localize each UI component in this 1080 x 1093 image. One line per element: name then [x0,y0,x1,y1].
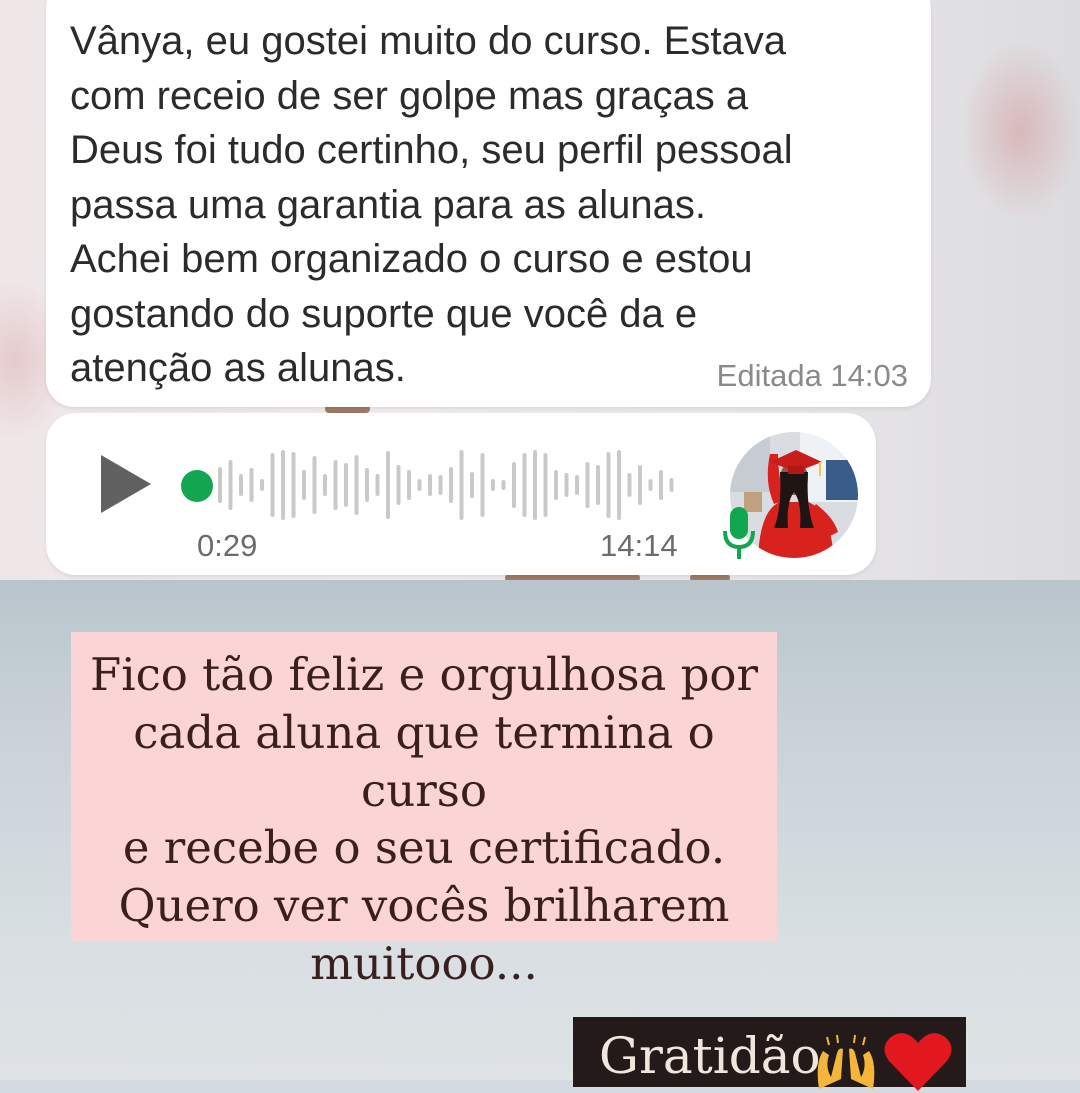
waveform-bar [302,470,306,500]
waveform-bar [459,450,464,520]
waveform-bar [354,455,359,515]
waveform-bar [554,470,558,500]
audio-waveform[interactable] [218,440,688,530]
waveform-bar [627,473,632,497]
waveform-bar [606,452,611,518]
waveform-bar [522,453,527,517]
voice-note-duration: 0:29 [197,528,258,563]
waveform-bar [659,470,663,500]
background-blur [960,40,1080,220]
waveform-bar [281,450,285,520]
waveform-bar [585,462,590,508]
waveform-bar [501,480,506,490]
playback-progress-handle[interactable] [181,470,213,502]
waveform-bar [386,451,390,519]
voice-note-timestamp: 14:14 [600,528,678,563]
waveform-bar [470,472,474,498]
waveform-bar [596,465,600,505]
waveform-bar [512,462,516,508]
waveform-bar [564,473,569,497]
waveform-bar [312,456,317,514]
waveform-bar [480,453,485,517]
waveform-bar [438,475,443,495]
waveform-bar [260,479,264,491]
waveform-bar [323,474,327,496]
waveform-bar [333,460,338,510]
waveform-bar [291,452,296,518]
heart-icon [884,1033,952,1091]
waveform-bar [249,468,254,502]
waveform-bar [218,467,222,503]
waveform-bar [375,474,380,496]
caption-text: Fico tão feliz e orgulhosa por cada alun… [89,648,759,990]
waveform-bar [344,463,348,507]
waveform-bar [417,479,422,491]
waveform-bar [669,478,674,492]
gratitude-text: Gratidão [599,1027,821,1085]
message-text: Vânya, eu gostei muito do curso. Estava … [70,19,793,390]
waveform-bar [617,450,621,520]
waveform-bar [365,468,369,502]
message-edited-timestamp: Editada 14:03 [716,358,908,393]
waveform-bar [648,479,653,491]
waveform-bar [228,460,233,510]
waveform-bar [239,474,243,496]
play-icon[interactable] [101,455,151,513]
waveform-bar [396,465,401,505]
gratitude-tag: Gratidão [573,1017,966,1091]
caption-box: Fico tão feliz e orgulhosa por cada alun… [71,632,777,990]
raising-hands-icon [817,1034,875,1089]
waveform-bar [638,465,642,505]
waveform-bar [491,479,495,491]
waveform-bar [407,470,411,500]
waveform-bar [543,453,548,517]
waveform-bar [575,475,579,495]
waveform-bar [533,450,537,520]
waveform-bar [449,467,453,503]
microphone-icon [723,507,755,559]
waveform-bar [428,474,432,496]
waveform-bar [270,453,275,517]
